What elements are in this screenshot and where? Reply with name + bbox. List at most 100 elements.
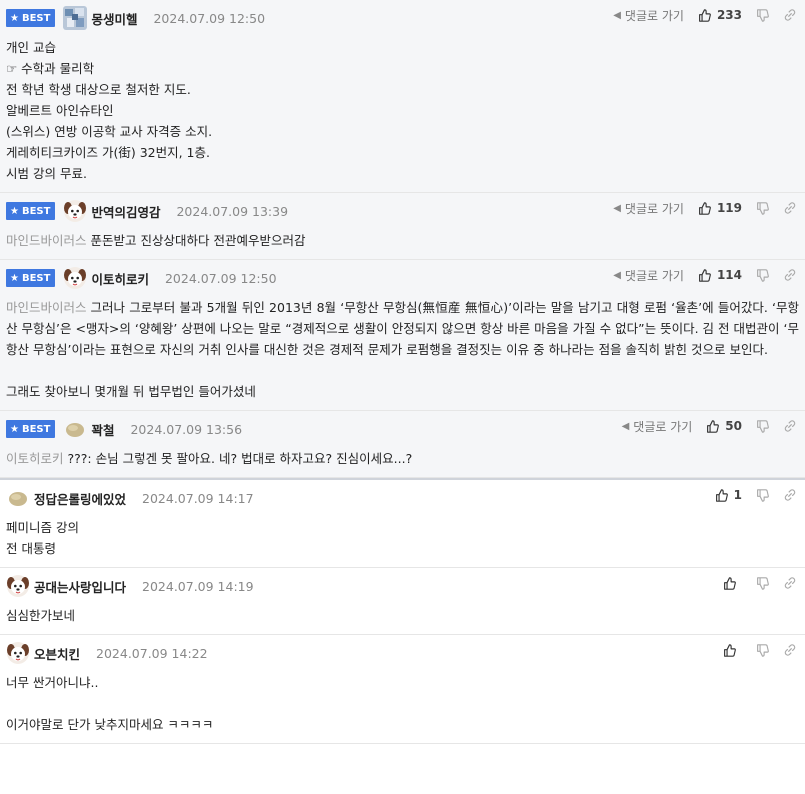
comment: 정답은롤링에있었 2024.07.09 14:17 1 페미니즘 강의 전 대통령 xyxy=(0,478,805,568)
dislike-button[interactable] xyxy=(756,643,769,657)
comment-body: 너무 싼거아니냐.. 이거야말로 단가 낮추지마세요 ㅋㅋㅋㅋ xyxy=(6,672,799,735)
comment-text: 푼돈받고 진상상대하다 전관예우받으러감 xyxy=(90,233,306,248)
go-to-reply-link[interactable]: ◀ 댓글로 가기 xyxy=(613,200,684,217)
comment-text: 페미니즘 강의 xyxy=(6,520,79,535)
comment-text: 이거야말로 단가 낮추지마세요 ㅋㅋㅋㅋ xyxy=(6,717,214,732)
best-badge: ★ BEST xyxy=(6,9,56,27)
thumbs-up-icon xyxy=(698,268,717,282)
like-button[interactable] xyxy=(723,576,742,590)
comment: 오븐치킨 2024.07.09 14:22 너무 싼거아니냐.. 이거야말로 단가 낮… xyxy=(0,635,805,744)
comment-actions: ◀ 댓글로 가기 114 xyxy=(613,266,797,284)
star-icon: ★ xyxy=(10,12,19,24)
comment-text: 그래도 찾아보니 몇개월 뒤 법무법인 들어가셨네 xyxy=(6,384,256,399)
like-button[interactable] xyxy=(723,643,742,657)
copy-link-button[interactable] xyxy=(783,419,797,433)
comment-line: 개인 교습 xyxy=(6,37,799,58)
reply-arrow-icon: ◀ xyxy=(621,420,630,432)
like-button[interactable]: 50 xyxy=(706,419,742,433)
comment-date: 2024.07.09 13:39 xyxy=(176,203,289,219)
copy-link-button[interactable] xyxy=(783,268,797,282)
link-icon xyxy=(783,268,797,282)
dislike-button[interactable] xyxy=(756,8,769,22)
best-label: BEST xyxy=(21,272,51,284)
copy-link-button[interactable] xyxy=(783,201,797,215)
mention-tag[interactable]: 마인드바이러스 xyxy=(6,233,87,248)
like-button[interactable]: 114 xyxy=(698,268,742,282)
thumbs-up-icon xyxy=(723,576,742,590)
mosaic-avatar[interactable] xyxy=(63,6,88,30)
like-count: 119 xyxy=(716,201,742,215)
comment-text: 시범 강의 무료. xyxy=(6,166,87,181)
reply-arrow-icon: ◀ xyxy=(613,269,621,281)
nickname[interactable]: 몽생미헬 xyxy=(91,9,137,28)
copy-link-button[interactable] xyxy=(783,488,797,502)
nickname[interactable]: 반역의김영감 xyxy=(91,202,160,221)
nickname[interactable]: 오븐치킨 xyxy=(34,644,80,663)
comment-body: 페미니즘 강의 전 대통령 xyxy=(6,517,799,559)
go-to-reply-link[interactable]: ◀ 댓글로 가기 xyxy=(613,267,684,284)
copy-link-button[interactable] xyxy=(783,8,797,22)
best-badge: ★ BEST xyxy=(6,202,56,220)
comment-line: 시범 강의 무료. xyxy=(6,163,799,184)
link-icon xyxy=(783,643,797,657)
thumbs-up-icon xyxy=(698,8,717,22)
comment-line: 마인드바이러스 그러나 그로부터 불과 5개월 뒤인 2013년 8월 ‘무항산 … xyxy=(6,297,799,360)
like-button[interactable]: 119 xyxy=(698,201,742,215)
thumbs-down-icon xyxy=(756,419,769,433)
copy-link-button[interactable] xyxy=(783,643,797,657)
stone-avatar[interactable] xyxy=(6,486,30,510)
comment-text: (스위스) 연방 이공학 교사 자격증 소지. xyxy=(6,124,213,139)
dog-avatar[interactable] xyxy=(63,266,87,290)
comment-text: 알베르트 아인슈타인 xyxy=(6,103,114,118)
dislike-button[interactable] xyxy=(756,576,769,590)
dislike-button[interactable] xyxy=(756,201,769,215)
best-comment: ★ BEST 반역의김영감 2024.07.09 13:39 ◀ 댓글로 가기 119 마인드… xyxy=(0,193,805,260)
like-button[interactable]: 1 xyxy=(715,488,742,502)
like-count: 114 xyxy=(716,268,742,282)
link-icon xyxy=(783,419,797,433)
like-button[interactable]: 233 xyxy=(698,8,742,22)
comment-header: 오븐치킨 2024.07.09 14:22 xyxy=(6,641,799,665)
mention-tag[interactable]: 이토히로키 xyxy=(6,451,64,466)
reply-arrow-icon: ◀ xyxy=(613,202,621,214)
comment-body: 마인드바이러스 푼돈받고 진상상대하다 전관예우받으러감 xyxy=(6,230,799,251)
dog-avatar[interactable] xyxy=(6,574,30,598)
link-icon xyxy=(783,8,797,22)
comment-line: (스위스) 연방 이공학 교사 자격증 소지. xyxy=(6,121,799,142)
best-badge: ★ BEST xyxy=(6,269,56,287)
thumbs-down-icon xyxy=(756,201,769,215)
comment-text: 심심한가보네 xyxy=(6,608,76,623)
best-label: BEST xyxy=(21,205,51,217)
comment-actions xyxy=(723,641,797,659)
copy-link-button[interactable] xyxy=(783,576,797,590)
dislike-button[interactable] xyxy=(756,268,769,282)
stone-avatar[interactable] xyxy=(63,417,87,441)
go-to-reply-link[interactable]: ◀ 댓글로 가기 xyxy=(622,418,693,435)
comment-date: 2024.07.09 12:50 xyxy=(164,270,277,286)
dislike-button[interactable] xyxy=(756,419,769,433)
link-icon xyxy=(783,488,797,502)
comment-line: 그래도 찾아보니 몇개월 뒤 법무법인 들어가셨네 xyxy=(6,381,799,402)
comment-text: 그러나 그로부터 불과 5개월 뒤인 2013년 8월 ‘무항산 무항심(無恒産… xyxy=(6,300,799,357)
thumbs-down-icon xyxy=(756,488,769,502)
nickname[interactable]: 공대는사랑입니다 xyxy=(34,577,126,596)
reply-arrow-icon: ◀ xyxy=(613,9,621,21)
go-to-reply-link[interactable]: ◀ 댓글로 가기 xyxy=(613,7,684,24)
dog-avatar[interactable] xyxy=(6,641,30,665)
comment-line: 알베르트 아인슈타인 xyxy=(6,100,799,121)
thumbs-down-icon xyxy=(756,576,769,590)
thumbs-down-icon xyxy=(756,268,769,282)
reply-label: 댓글로 가기 xyxy=(624,8,684,23)
nickname[interactable]: 꽉철 xyxy=(91,420,114,439)
mention-tag[interactable]: 마인드바이러스 xyxy=(6,300,87,315)
dog-avatar[interactable] xyxy=(63,199,87,223)
thumbs-up-icon xyxy=(723,643,742,657)
nickname[interactable]: 이토히로키 xyxy=(91,269,149,288)
comment-date: 2024.07.09 13:56 xyxy=(130,421,243,437)
dislike-button[interactable] xyxy=(756,488,769,502)
link-icon xyxy=(783,201,797,215)
comment-text: 개인 교습 xyxy=(6,40,56,55)
comment-line xyxy=(6,360,799,381)
like-count: 50 xyxy=(725,419,742,433)
nickname[interactable]: 정답은롤링에있었 xyxy=(34,489,126,508)
